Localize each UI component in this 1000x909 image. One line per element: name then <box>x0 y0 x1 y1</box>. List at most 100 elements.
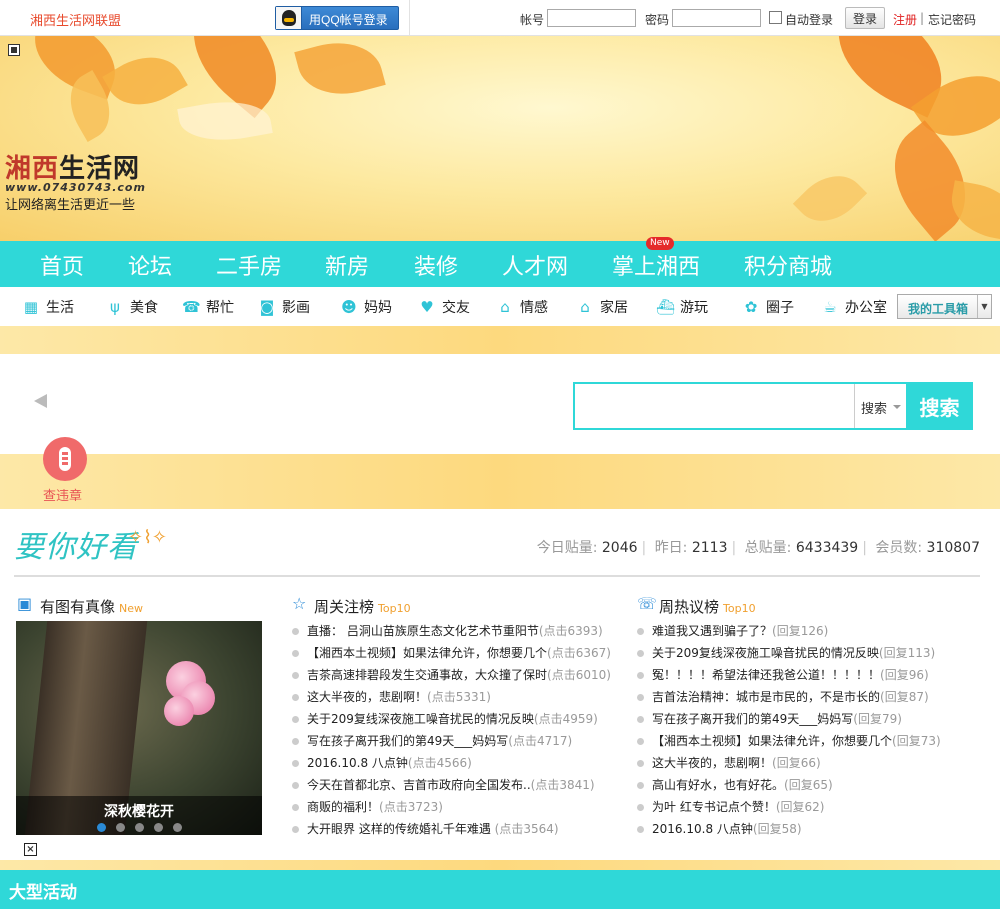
top-bar: 湘西生活网联盟 用QQ帐号登录 帐号 密码 自动登录 登录 注册 | 忘记密码 <box>0 0 1000 36</box>
search-type-select[interactable]: 搜索 <box>854 384 904 428</box>
slide-dot[interactable] <box>97 823 106 832</box>
subnav-label: 圈子 <box>766 300 794 316</box>
search-box: 搜索 搜索 <box>573 382 973 430</box>
forgot-password-link[interactable]: 忘记密码 <box>928 11 976 28</box>
my-toolbox-dropdown[interactable]: 我的工具箱 ▼ <box>897 294 992 319</box>
password-input[interactable] <box>672 9 761 27</box>
stat-value: 6433439 <box>795 540 859 556</box>
star-icon: ☆ <box>292 594 307 613</box>
office-icon: ☕ <box>823 298 837 316</box>
list-item[interactable]: 大开眼界 这样的传统婚礼千年难遇 (点击3564) <box>292 820 611 842</box>
home-icon: ⌂ <box>580 298 590 316</box>
list-item[interactable]: 【湘西本土视频】如果法律允许，你想要几个(回复73) <box>637 732 941 754</box>
list-item[interactable]: 写在孩子离开我们的第49天___妈妈写(点击4717) <box>292 732 611 754</box>
slide-dot[interactable] <box>116 823 125 832</box>
logo-title-red: 湘西 <box>5 154 60 184</box>
new-badge: New <box>646 237 674 250</box>
login-button[interactable]: 登录 <box>845 7 885 29</box>
heart-icon: ♥ <box>420 298 434 316</box>
subnav-travel[interactable]: ⛴ 游玩 <box>656 297 708 317</box>
list-item[interactable]: 写在孩子离开我们的第49天___妈妈写(回复79) <box>637 710 941 732</box>
subnav-photo[interactable]: ◙ 影画 <box>258 297 310 317</box>
image-icon: ▣ <box>17 594 33 613</box>
nav-forum[interactable]: 论坛 <box>128 249 172 281</box>
logo-slogan: 让网络离生活更近一些 <box>5 198 136 213</box>
subnav-emotion[interactable]: ⌂ 情感 <box>496 297 548 317</box>
subnav-home[interactable]: ⌂ 家居 <box>576 297 628 317</box>
search-button[interactable]: 搜索 <box>906 384 973 428</box>
subnav-life[interactable]: ▦ 生活 <box>22 297 74 317</box>
col-title-text: 周热议榜 <box>659 598 720 616</box>
nav-home[interactable]: 首页 <box>40 249 84 281</box>
col-badge: Top10 <box>378 602 411 615</box>
nav-points-mall[interactable]: 积分商城 <box>744 249 832 281</box>
site-banner <box>0 36 1000 241</box>
register-link[interactable]: 注册 <box>893 11 917 28</box>
auto-login-label[interactable]: 自动登录 <box>785 11 833 28</box>
subnav-label: 影画 <box>282 300 310 316</box>
list-item[interactable]: 关于209复线深夜施工噪音扰民的情况反映(回复113) <box>637 644 941 666</box>
check-violation-link[interactable]: 查违章 <box>43 485 82 504</box>
nav-jobs[interactable]: 人才网 <box>502 249 568 281</box>
subnav-dating[interactable]: ♥ 交友 <box>418 297 470 317</box>
list-item[interactable]: 2016.10.8 八点钟(点击4566) <box>292 754 611 776</box>
arrow-left-icon[interactable] <box>34 394 47 408</box>
col-title-text: 有图有真像 <box>40 598 116 616</box>
stat-value: 310807 <box>926 540 980 556</box>
slide-dot[interactable] <box>135 823 144 832</box>
subnav-label: 家居 <box>600 300 628 316</box>
stat-label: 总贴量: <box>744 540 792 556</box>
list-item[interactable]: 为叶 红专书记点个赞！(回复62) <box>637 798 941 820</box>
photo-flower <box>164 696 194 726</box>
list-item[interactable]: 冤！！！！希望法律还我爸公道！！！！！(回复96) <box>637 666 941 688</box>
slide-dot[interactable] <box>173 823 182 832</box>
subnav-mom[interactable]: ☻ 妈妈 <box>340 297 392 317</box>
nav-new-house[interactable]: 新房 <box>325 249 369 281</box>
qq-login-button[interactable]: 用QQ帐号登录 <box>275 6 399 30</box>
site-logo[interactable]: 湘西生活网 <box>5 148 140 185</box>
list-item[interactable]: 商贩的福利！(点击3723) <box>292 798 611 820</box>
site-union-link[interactable]: 湘西生活网联盟 <box>30 10 121 29</box>
subnav-label: 帮忙 <box>206 300 234 316</box>
subnav-office[interactable]: ☕ 办公室 <box>821 297 887 317</box>
logo-title-rest: 生活网 <box>59 154 141 184</box>
photo-caption: 深秋樱花开 <box>104 804 174 820</box>
qq-login-label: 用QQ帐号登录 <box>309 13 388 27</box>
subnav-label: 妈妈 <box>364 300 392 316</box>
emotion-icon: ⌂ <box>500 298 510 316</box>
list-item[interactable]: 【湘西本土视频】如果法律允许，你想要几个(点击6367) <box>292 644 611 666</box>
list-item[interactable]: 关于209复线深夜施工噪音扰民的情况反映(点击4959) <box>292 710 611 732</box>
nav-mobile-xiangxi[interactable]: 掌上湘西 <box>612 249 700 281</box>
subnav-label: 生活 <box>46 300 74 316</box>
stat-value: 2046 <box>601 540 638 556</box>
close-icon[interactable]: × <box>24 843 37 856</box>
chevron-down-icon: ▼ <box>977 295 991 318</box>
list-item[interactable]: 吉首法治精神：城市是市民的，不是市长的(回复87) <box>637 688 941 710</box>
subnav-label: 交友 <box>442 300 470 316</box>
nav-second-hand-house[interactable]: 二手房 <box>216 249 282 281</box>
ad-marker-icon[interactable] <box>8 44 20 56</box>
list-item[interactable]: 2016.10.8 八点钟(回复58) <box>637 820 941 842</box>
stat-value: 2113 <box>691 540 728 556</box>
subnav-food[interactable]: ψ 美食 <box>106 297 158 317</box>
subnav-help[interactable]: ☎ 帮忙 <box>182 297 234 317</box>
subnav-label: 游玩 <box>680 300 708 316</box>
subnav-circle[interactable]: ✿ 圈子 <box>742 297 794 317</box>
link-separator: | <box>920 11 925 25</box>
traffic-light-icon[interactable] <box>43 437 87 481</box>
list-item[interactable]: 这大半夜的，悲剧啊！(回复66) <box>637 754 941 776</box>
list-item[interactable]: 难道我又遇到骗子了？(回复126) <box>637 622 941 644</box>
list-item[interactable]: 直播： 吕洞山苗族原生态文化艺术节重阳节(点击6393) <box>292 622 611 644</box>
search-input[interactable] <box>575 384 854 428</box>
stat-label: 昨日: <box>654 540 688 556</box>
list-item[interactable]: 今天在首都北京、吉首市政府向全国发布..(点击3841) <box>292 776 611 798</box>
list-item[interactable]: 这大半夜的，悲剧啊！(点击5331) <box>292 688 611 710</box>
list-item[interactable]: 吉茶高速排碧段发生交通事故，大众撞了保时(点击6010) <box>292 666 611 688</box>
auto-login-checkbox[interactable] <box>769 11 782 24</box>
nav-decoration[interactable]: 装修 <box>414 249 458 281</box>
account-input[interactable] <box>547 9 636 27</box>
slide-dot[interactable] <box>154 823 163 832</box>
list-item[interactable]: 高山有好水，也有好花。(回复65) <box>637 776 941 798</box>
search-type-value: 搜索 <box>861 402 888 417</box>
photo-slideshow[interactable]: 深秋樱花开 <box>16 621 262 835</box>
